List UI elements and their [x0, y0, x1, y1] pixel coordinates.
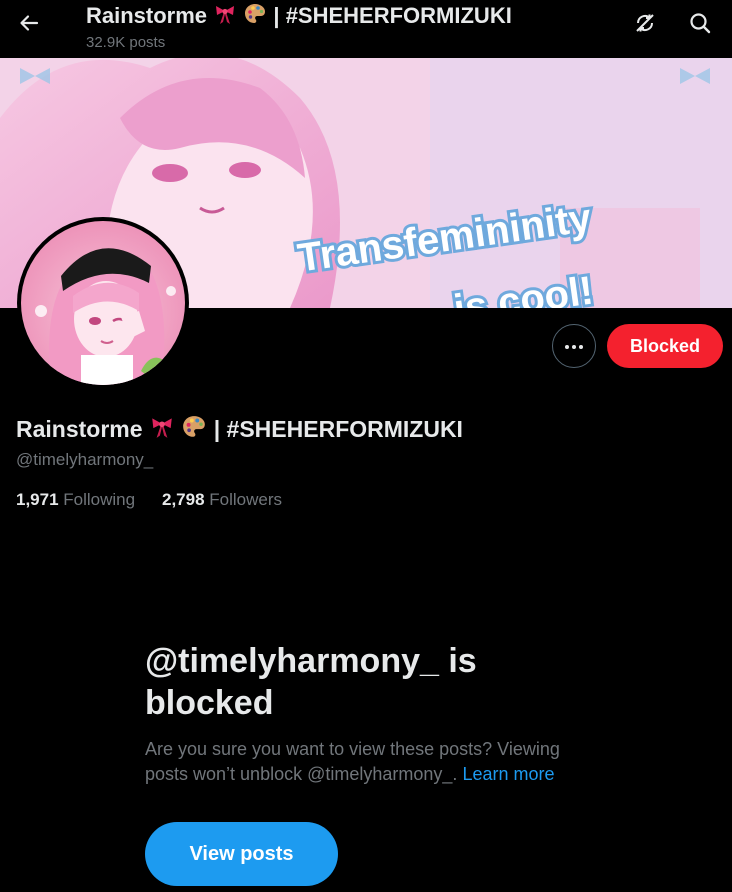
blocked-description: Are you sure you want to view these post…	[145, 737, 605, 787]
ribbon-emoji	[213, 2, 237, 33]
back-button[interactable]	[12, 8, 46, 42]
display-name-rest: | #SHEHERFORMIZUKI	[213, 416, 463, 442]
arrow-left-icon	[19, 13, 39, 38]
post-count: 32.9K posts	[86, 34, 166, 51]
following-label: Following	[63, 490, 136, 509]
no-sync-icon	[634, 12, 656, 39]
display-name-text: Rainstorme	[16, 416, 143, 442]
avatar-image	[21, 221, 185, 385]
following-link[interactable]: 1,971 Following	[16, 490, 135, 510]
search-icon	[689, 12, 711, 39]
palette-emoji	[243, 2, 267, 33]
top-bar: Rainstorme | #SHEHERFORMIZUKI 32.9K post…	[0, 0, 732, 58]
profile-display-name: Rainstorme | #SHEHERFORMIZUKI	[16, 414, 463, 446]
ribbon-emoji	[149, 414, 175, 446]
header-title-rest: | #SHEHERFORMIZUKI	[273, 3, 512, 28]
avatar[interactable]	[17, 217, 189, 389]
followers-link[interactable]: 2,798 Followers	[162, 490, 282, 510]
followers-count: 2,798	[162, 490, 205, 509]
blocked-button[interactable]: Blocked	[607, 324, 723, 368]
more-horizontal-icon	[564, 337, 584, 355]
header-title: Rainstorme | #SHEHERFORMIZUKI	[86, 2, 512, 33]
profile-handle: @timelyharmony_	[16, 450, 154, 469]
blocked-heading: @timelyharmony_ is blocked	[145, 642, 477, 722]
sync-toggle-button[interactable]	[628, 8, 662, 42]
search-button[interactable]	[683, 8, 717, 42]
followers-label: Followers	[209, 490, 283, 509]
header-title-name: Rainstorme	[86, 3, 208, 28]
more-options-button[interactable]	[552, 324, 596, 368]
following-count: 1,971	[16, 490, 59, 509]
palette-emoji	[181, 414, 207, 446]
view-posts-button[interactable]: View posts	[145, 822, 338, 886]
header-titles: Rainstorme | #SHEHERFORMIZUKI 32.9K post…	[86, 2, 512, 52]
learn-more-link[interactable]: Learn more	[462, 764, 554, 784]
